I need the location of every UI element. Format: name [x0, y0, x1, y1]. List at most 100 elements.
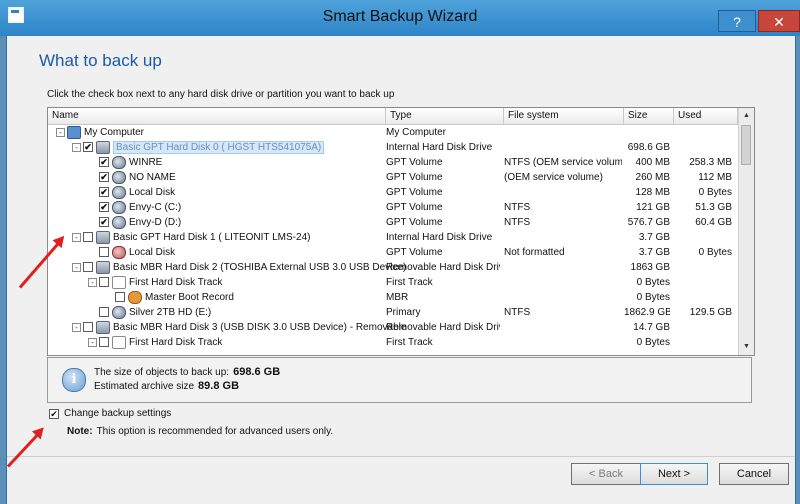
- column-header-used[interactable]: Used: [674, 108, 738, 124]
- table-row[interactable]: - First Hard Disk Track First Track 0 Bytes: [48, 335, 738, 350]
- row-type: GPT Volume: [386, 172, 443, 183]
- tree-node: - Basic MBR Hard Disk 2 (TOSHIBA External…: [72, 260, 406, 275]
- settings-note: Note: This option is recommended for adva…: [67, 426, 333, 437]
- row-type: GPT Volume: [386, 247, 443, 258]
- archive-value: 89.8 GB: [198, 380, 240, 392]
- table-row[interactable]: Envy-C (C:) GPT Volume NTFS 121 GB 51.3 GB: [48, 200, 738, 215]
- vertical-scrollbar[interactable]: ▲ ▼: [738, 108, 754, 355]
- row-used: 0 Bytes: [698, 187, 732, 198]
- row-file-system: Not formatted: [504, 247, 565, 258]
- scroll-up-arrow-icon[interactable]: ▲: [739, 108, 754, 124]
- tree-expander-icon[interactable]: -: [72, 232, 81, 242]
- table-row[interactable]: - My Computer My Computer: [48, 125, 738, 140]
- table-row[interactable]: - Basic GPT Hard Disk 0 ( HGST HTS541075A…: [48, 140, 738, 155]
- row-used: 0 Bytes: [698, 247, 732, 258]
- row-checkbox[interactable]: [115, 292, 125, 303]
- row-checkbox[interactable]: [83, 142, 93, 153]
- scroll-down-arrow-icon[interactable]: ▼: [739, 339, 754, 355]
- table-row[interactable]: - First Hard Disk Track First Track 0 Bytes: [48, 275, 738, 290]
- column-header-type[interactable]: Type: [386, 108, 504, 124]
- row-used: 129.5 GB: [689, 307, 732, 318]
- row-type: First Track: [386, 277, 433, 288]
- hard-disk-icon: [96, 140, 110, 154]
- row-type: GPT Volume: [386, 217, 443, 228]
- column-header-name[interactable]: Name: [48, 108, 386, 124]
- row-checkbox[interactable]: [99, 247, 109, 258]
- tree-node: Envy-C (C:): [88, 200, 181, 215]
- next-button[interactable]: Next >: [640, 463, 708, 485]
- change-backup-settings-checkbox[interactable]: ✔: [49, 409, 59, 419]
- row-checkbox[interactable]: [99, 337, 109, 348]
- close-button[interactable]: ✕: [758, 10, 800, 32]
- row-checkbox[interactable]: [83, 322, 93, 333]
- row-checkbox[interactable]: [99, 157, 109, 168]
- scrollbar-thumb[interactable]: [741, 125, 751, 165]
- tree-node: Envy-D (D:): [88, 215, 181, 230]
- row-size: 3.7 GB: [638, 247, 670, 258]
- tree-expander-icon[interactable]: -: [56, 127, 65, 137]
- tree-node: WINRE: [88, 155, 162, 170]
- table-row[interactable]: Local Disk GPT Volume 128 MB 0 Bytes: [48, 185, 738, 200]
- tree-expander-icon[interactable]: -: [72, 262, 81, 272]
- row-name: Silver 2TB HD (E:): [129, 307, 212, 318]
- instruction-text: Click the check box next to any hard dis…: [47, 89, 395, 100]
- row-checkbox[interactable]: [99, 202, 109, 213]
- row-checkbox[interactable]: [99, 307, 109, 318]
- tree-node: - Basic GPT Hard Disk 1 ( LITEONIT LMS-24…: [72, 230, 310, 245]
- back-button[interactable]: < Back: [571, 463, 641, 485]
- table-row[interactable]: - Basic GPT Hard Disk 1 ( LITEONIT LMS-24…: [48, 230, 738, 245]
- size-summary: The size of objects to back up: 698.6 GB: [94, 366, 280, 378]
- row-checkbox[interactable]: [83, 232, 93, 243]
- row-checkbox[interactable]: [83, 262, 93, 273]
- volume-icon: [112, 200, 126, 214]
- archive-label: Estimated archive size: [94, 381, 195, 392]
- volume-icon: [112, 185, 126, 199]
- table-row[interactable]: NO NAME GPT Volume (OEM service volume) 26…: [48, 170, 738, 185]
- row-size: 698.6 GB: [627, 142, 670, 153]
- row-used: 258.3 MB: [689, 157, 732, 168]
- table-header: Name Type File system Size Used: [48, 108, 738, 125]
- row-checkbox[interactable]: [99, 217, 109, 228]
- row-size: 0 Bytes: [636, 337, 670, 348]
- note-label: Note:: [67, 426, 93, 437]
- tree-node: Master Boot Record: [104, 290, 234, 305]
- row-size: 1863 GB: [630, 262, 670, 273]
- table-row[interactable]: Master Boot Record MBR 0 Bytes: [48, 290, 738, 305]
- table-row[interactable]: - Basic MBR Hard Disk 3 (USB DISK 3.0 USB…: [48, 320, 738, 335]
- column-header-file-system[interactable]: File system: [504, 108, 624, 124]
- page-heading: What to back up: [39, 51, 162, 70]
- row-name: First Hard Disk Track: [129, 337, 223, 348]
- table-rows: -My ComputerMy Computer-Basic GPT Hard D…: [48, 125, 738, 350]
- tree-node: NO NAME: [88, 170, 176, 185]
- row-size: 14.7 GB: [633, 322, 670, 333]
- tree-expander-icon[interactable]: -: [88, 277, 97, 287]
- tree-expander-icon[interactable]: -: [72, 322, 81, 332]
- help-button[interactable]: ?: [718, 10, 756, 32]
- table-row[interactable]: Envy-D (D:) GPT Volume NTFS 576.7 GB 60.4 GB: [48, 215, 738, 230]
- tree-expander-icon[interactable]: -: [88, 337, 97, 347]
- row-checkbox[interactable]: [99, 277, 109, 288]
- row-name: Envy-C (C:): [129, 202, 182, 213]
- volume-red-icon: [112, 245, 126, 259]
- row-name: Local Disk: [129, 247, 176, 258]
- size-value: 698.6 GB: [233, 366, 281, 378]
- row-file-system: NTFS: [504, 217, 531, 228]
- size-label: The size of objects to back up:: [94, 367, 230, 378]
- row-size: 576.7 GB: [627, 217, 670, 228]
- hard-disk-icon: [96, 320, 110, 334]
- table-row[interactable]: WINRE GPT Volume NTFS (OEM service volume)…: [48, 155, 738, 170]
- change-backup-settings-label[interactable]: Change backup settings: [64, 408, 171, 419]
- table-row[interactable]: Silver 2TB HD (E:) Primary NTFS 1862.9 GB 12…: [48, 305, 738, 320]
- row-checkbox[interactable]: [99, 187, 109, 198]
- track-icon: [112, 335, 126, 349]
- volume-icon: [112, 155, 126, 169]
- row-type: Removable Hard Disk Drive: [386, 262, 500, 273]
- tree-expander-icon[interactable]: -: [72, 142, 81, 152]
- row-checkbox[interactable]: [99, 172, 109, 183]
- table-row[interactable]: Local Disk GPT Volume Not formatted 3.7 GB 0…: [48, 245, 738, 260]
- volume-icon: [112, 170, 126, 184]
- table-row[interactable]: - Basic MBR Hard Disk 2 (TOSHIBA External…: [48, 260, 738, 275]
- row-name: First Hard Disk Track: [129, 277, 223, 288]
- column-header-size[interactable]: Size: [624, 108, 674, 124]
- cancel-button[interactable]: Cancel: [719, 463, 789, 485]
